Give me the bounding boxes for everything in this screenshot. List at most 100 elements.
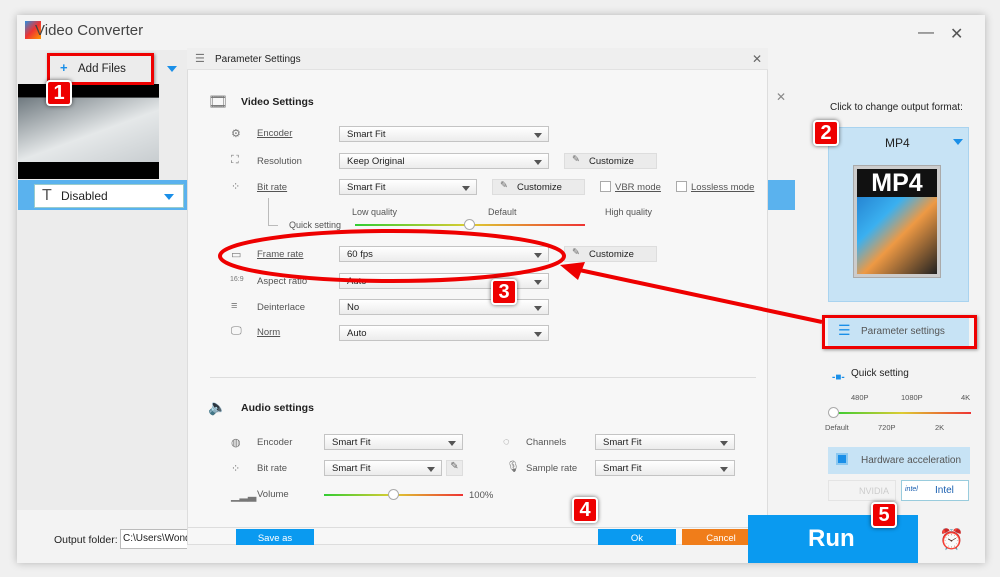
video-settings-heading: Video Settings: [241, 96, 314, 108]
dialog-footer-divider: [187, 527, 768, 528]
resolution-icon: ⛶: [231, 154, 239, 166]
bitrate-icon: ⁘: [231, 181, 241, 193]
chevron-down-icon[interactable]: [164, 194, 174, 205]
add-files-dropdown-icon[interactable]: [167, 66, 177, 77]
bitrate-customize-button[interactable]: Customize: [492, 179, 585, 195]
frame-rate-value: 60 fps: [347, 249, 373, 260]
channels-icon: ◌: [503, 436, 510, 448]
volume-label: Volume: [257, 489, 289, 500]
tick-default: Default: [825, 423, 849, 432]
output-folder-label: Output folder:: [54, 534, 118, 546]
aspect-ratio-label: Aspect ratio: [257, 276, 308, 287]
tree-connector: [268, 198, 278, 226]
annotation-badge-1: 1: [46, 80, 72, 106]
norm-select[interactable]: Auto: [339, 325, 549, 341]
format-name: MP4: [885, 136, 910, 150]
tick-4k: 4K: [961, 393, 971, 402]
tick-1080p: 1080P: [901, 393, 923, 402]
audio-bitrate-edit-button[interactable]: ✎: [446, 460, 463, 476]
minimize-button[interactable]: —: [918, 24, 934, 42]
audio-settings-icon: 🔈: [208, 399, 227, 416]
volume-value: 100%: [469, 490, 494, 501]
sample-rate-select[interactable]: Smart Fit: [595, 460, 735, 476]
resolution-slider-track[interactable]: [833, 412, 971, 414]
selected-row-strip: [768, 180, 795, 210]
vbr-mode-label[interactable]: VBR mode: [615, 182, 661, 193]
app-title: Video Converter: [35, 22, 144, 39]
section-divider: [210, 377, 756, 378]
tick-2k: 2K: [935, 423, 945, 432]
lossless-mode-checkbox[interactable]: [676, 181, 687, 192]
resolution-slider-handle[interactable]: [828, 407, 839, 418]
resolution-customize-button[interactable]: Customize: [564, 153, 657, 169]
dialog-title: Parameter Settings: [187, 48, 768, 70]
audio-bitrate-value: Smart Fit: [332, 463, 371, 474]
low-quality-label: Low quality: [352, 207, 398, 217]
sample-rate-label: Sample rate: [526, 463, 578, 474]
subtitle-select[interactable]: Disabled: [34, 184, 184, 208]
bitrate-label[interactable]: Bit rate: [257, 182, 287, 193]
subtitle-value: Disabled: [61, 189, 108, 203]
channels-select[interactable]: Smart Fit: [595, 434, 735, 450]
sliders-icon: ☰: [195, 53, 205, 65]
vbr-mode-checkbox[interactable]: [600, 181, 611, 192]
annotation-box-parameter-settings: [822, 315, 977, 349]
frame-rate-customize-button[interactable]: Customize: [564, 246, 657, 262]
dialog-close-button[interactable]: ✕: [752, 52, 762, 66]
video-quick-setting-label: Quick setting: [289, 220, 342, 230]
channels-label: Channels: [526, 437, 567, 448]
format-dropdown-icon[interactable]: [953, 139, 963, 150]
alarm-clock-icon[interactable]: ⏰: [939, 527, 964, 552]
encoder-label[interactable]: Encoder: [257, 128, 292, 139]
deinterlace-value: No: [347, 302, 360, 313]
close-button[interactable]: ✕: [950, 24, 963, 44]
norm-label[interactable]: Norm: [257, 327, 280, 338]
format-hint: Click to change output format:: [830, 102, 963, 113]
audio-bitrate-select[interactable]: Smart Fit: [324, 460, 442, 476]
quality-slider-handle[interactable]: [464, 219, 475, 230]
tick-480p: 480P: [851, 393, 869, 402]
volume-slider-handle[interactable]: [387, 489, 399, 500]
annotation-badge-4: 4: [572, 497, 598, 523]
volume-icon: ▁▂▃: [231, 490, 257, 502]
video-bitrate-select[interactable]: Smart Fit: [339, 179, 477, 195]
panel-close-button[interactable]: ✕: [776, 90, 786, 104]
quick-setting-icon: -■-: [832, 372, 845, 383]
output-folder-input[interactable]: C:\Users\Wonde: [120, 529, 187, 549]
annotation-badge-5: 5: [871, 502, 897, 528]
tick-720p: 720P: [878, 423, 896, 432]
intel-logo: intel: [905, 486, 918, 493]
mp4-format-logo: MP4: [857, 169, 937, 197]
lossless-mode-label[interactable]: Lossless mode: [691, 182, 754, 193]
frame-rate-icon: ▭: [231, 249, 242, 261]
video-bitrate-value: Smart Fit: [347, 182, 386, 193]
resolution-value: Keep Original: [347, 156, 405, 167]
microphone-icon: 🎙: [506, 461, 520, 473]
resolution-select[interactable]: Keep Original: [339, 153, 549, 169]
nvidia-button[interactable]: NVIDIA: [828, 480, 896, 501]
annotation-badge-3: 3: [491, 279, 517, 305]
audio-encoder-select[interactable]: Smart Fit: [324, 434, 463, 450]
aspect-ratio-icon: 16:9: [230, 276, 244, 283]
sample-rate-value: Smart Fit: [603, 463, 642, 474]
video-settings-icon: 🎞: [208, 94, 229, 111]
video-thumbnail-image: [18, 98, 159, 162]
save-as-button[interactable]: Save as: [236, 529, 314, 545]
resolution-label: Resolution: [257, 156, 302, 167]
channels-value: Smart Fit: [603, 437, 642, 448]
aspect-ratio-select[interactable]: Auto: [339, 273, 549, 289]
video-encoder-select[interactable]: Smart Fit: [339, 126, 549, 142]
monitor-icon: 🖵: [231, 325, 242, 337]
norm-value: Auto: [347, 328, 367, 339]
audio-settings-heading: Audio settings: [241, 402, 314, 414]
ok-button[interactable]: Ok: [598, 529, 676, 545]
deinterlace-select[interactable]: No: [339, 299, 549, 315]
text-icon: T: [42, 187, 52, 204]
frame-rate-label[interactable]: Frame rate: [257, 249, 303, 260]
high-quality-label: High quality: [605, 207, 653, 217]
chip-icon: [836, 453, 848, 465]
deinterlace-icon: ≡: [231, 300, 238, 312]
frame-rate-select[interactable]: 60 fps: [339, 246, 549, 262]
quick-setting-label: Quick setting: [851, 368, 909, 379]
hardware-acceleration-label: Hardware acceleration: [861, 455, 962, 466]
